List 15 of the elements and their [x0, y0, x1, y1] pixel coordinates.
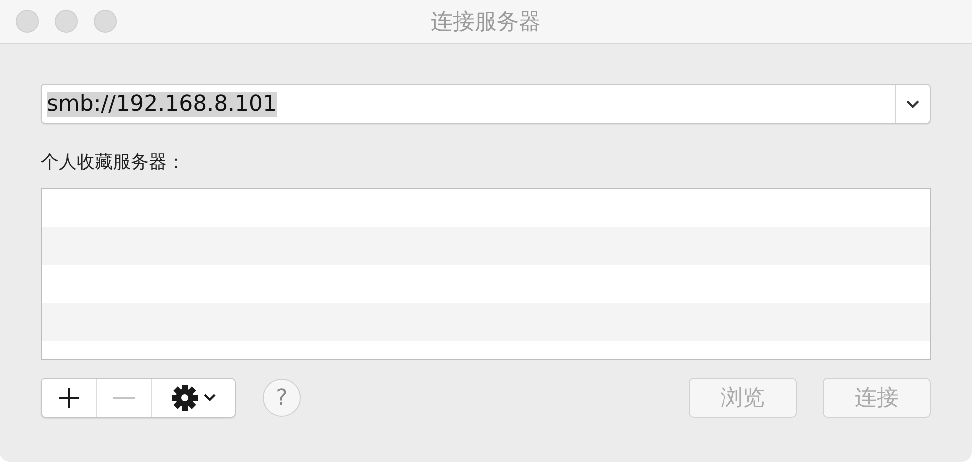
gear-icon [172, 385, 198, 411]
window-control[interactable] [94, 10, 117, 33]
action-menu-button[interactable] [152, 379, 235, 417]
chevron-icon [204, 394, 216, 402]
window-title: 连接服务器 [431, 8, 541, 36]
dropdown-button[interactable] [896, 85, 930, 123]
minus-icon [113, 397, 135, 399]
favorites-label: 个人收藏服务器： [41, 151, 185, 174]
window-control[interactable] [55, 10, 78, 33]
chevron-icon [906, 100, 920, 108]
help-button[interactable]: ? [263, 379, 301, 417]
plus-icon [58, 387, 80, 409]
server-list[interactable] [41, 188, 931, 360]
add-button[interactable] [42, 379, 97, 417]
window-control[interactable] [16, 10, 39, 33]
